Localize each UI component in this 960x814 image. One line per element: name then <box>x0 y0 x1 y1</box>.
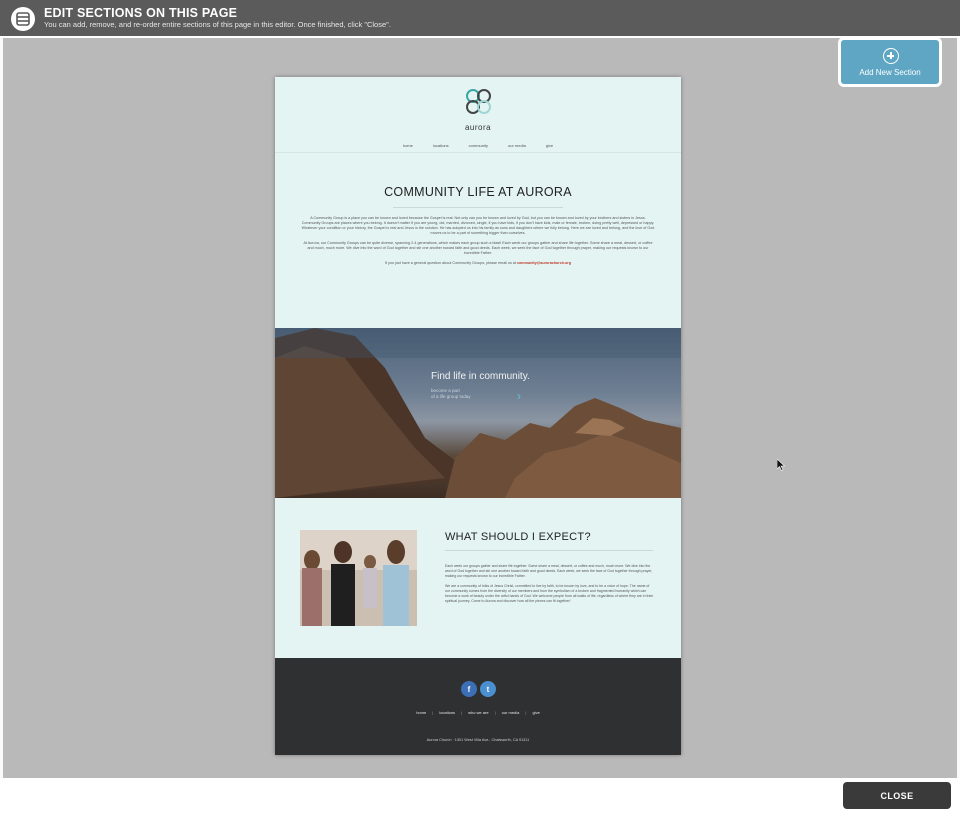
hero-section[interactable]: Find life in community. become a part of… <box>275 328 681 498</box>
editor-topbar: EDIT SECTIONS ON THIS PAGE You can add, … <box>0 0 960 36</box>
footer-nav-locations[interactable]: locations <box>439 710 455 715</box>
footer-nav-separator: | <box>525 710 527 715</box>
editor-subtitle: You can add, remove, and re-order entire… <box>44 20 391 29</box>
logo-text: aurora <box>464 123 492 132</box>
footer-nav-who-we-are[interactable]: who we are <box>468 710 488 715</box>
nav-item-our-media[interactable]: our media <box>508 143 526 148</box>
intro-title: COMMUNITY LIFE AT AURORA <box>384 185 572 199</box>
nav-item-home[interactable]: home <box>403 143 413 148</box>
intro-text: A Community Group is a place you can be … <box>301 216 655 271</box>
hero-subtitle-line-2: of a life group today <box>431 394 471 399</box>
expect-text: Each week our groups gather and share li… <box>445 564 655 609</box>
intro-paragraph-3: If you just have a general question abou… <box>301 261 655 266</box>
section-editor-icon <box>11 7 35 31</box>
mouse-cursor-icon <box>777 459 785 471</box>
facebook-icon[interactable]: f <box>461 681 477 697</box>
hero-title: Find life in community. <box>431 371 530 382</box>
nav-item-community[interactable]: community <box>469 143 488 148</box>
site-nav: home locations community our media give <box>275 143 681 148</box>
add-new-section-label: Add New Section <box>859 68 921 77</box>
twitter-icon[interactable]: t <box>480 681 496 697</box>
intro-section[interactable]: COMMUNITY LIFE AT AURORA A Community Gro… <box>275 153 681 328</box>
expect-divider <box>445 550 653 551</box>
nav-item-locations[interactable]: locations <box>433 143 449 148</box>
footer-nav-separator: | <box>494 710 496 715</box>
community-group-photo <box>300 530 417 626</box>
topbar-divider <box>0 36 960 38</box>
footer-nav-separator: | <box>461 710 463 715</box>
hero-subtitle: become a part of a life group today <box>431 388 501 400</box>
expect-section[interactable]: WHAT SHOULD I EXPECT? Each week our grou… <box>275 498 681 658</box>
footer-nav-separator: | <box>432 710 434 715</box>
editor-bottombar <box>0 778 960 814</box>
footer-section[interactable]: f t home | locations | who we are | our … <box>275 658 681 755</box>
header-section[interactable]: aurora home locations community our medi… <box>275 77 681 153</box>
desert-rocks-image <box>275 328 681 498</box>
community-email-link[interactable]: community@aurorachurch.org <box>517 261 571 265</box>
chevron-right-icon[interactable]: › <box>517 389 521 403</box>
footer-nav-give[interactable]: give <box>532 710 539 715</box>
expect-paragraph-1: Each week our groups gather and share li… <box>445 564 653 578</box>
footer-nav: home | locations | who we are | our medi… <box>275 710 681 715</box>
footer-nav-our-media[interactable]: our media <box>502 710 520 715</box>
nav-item-give[interactable]: give <box>546 143 553 148</box>
footer-address: Aurora Church · 1301 West Villa Ave., Ch… <box>426 738 530 742</box>
intro-divider <box>393 207 563 208</box>
page-preview: aurora home locations community our medi… <box>275 77 681 755</box>
intro-paragraph-2: At Aurora, our Community Groups can be q… <box>303 241 653 255</box>
close-button[interactable]: CLOSE <box>843 782 951 809</box>
expect-title: WHAT SHOULD I EXPECT? <box>445 531 591 543</box>
add-new-section-button[interactable]: Add New Section <box>838 37 942 87</box>
intro-question-text: If you just have a general question abou… <box>384 261 516 265</box>
plus-circle-icon <box>883 48 899 64</box>
aurora-logo-icon <box>466 89 491 114</box>
editor-title: EDIT SECTIONS ON THIS PAGE <box>44 6 238 20</box>
intro-paragraph-1: A Community Group is a place you can be … <box>301 216 655 235</box>
expect-paragraph-2: We are a community of folks of Jesus Chr… <box>445 584 654 603</box>
frame-left-edge <box>0 38 3 778</box>
footer-nav-home[interactable]: home <box>416 710 426 715</box>
